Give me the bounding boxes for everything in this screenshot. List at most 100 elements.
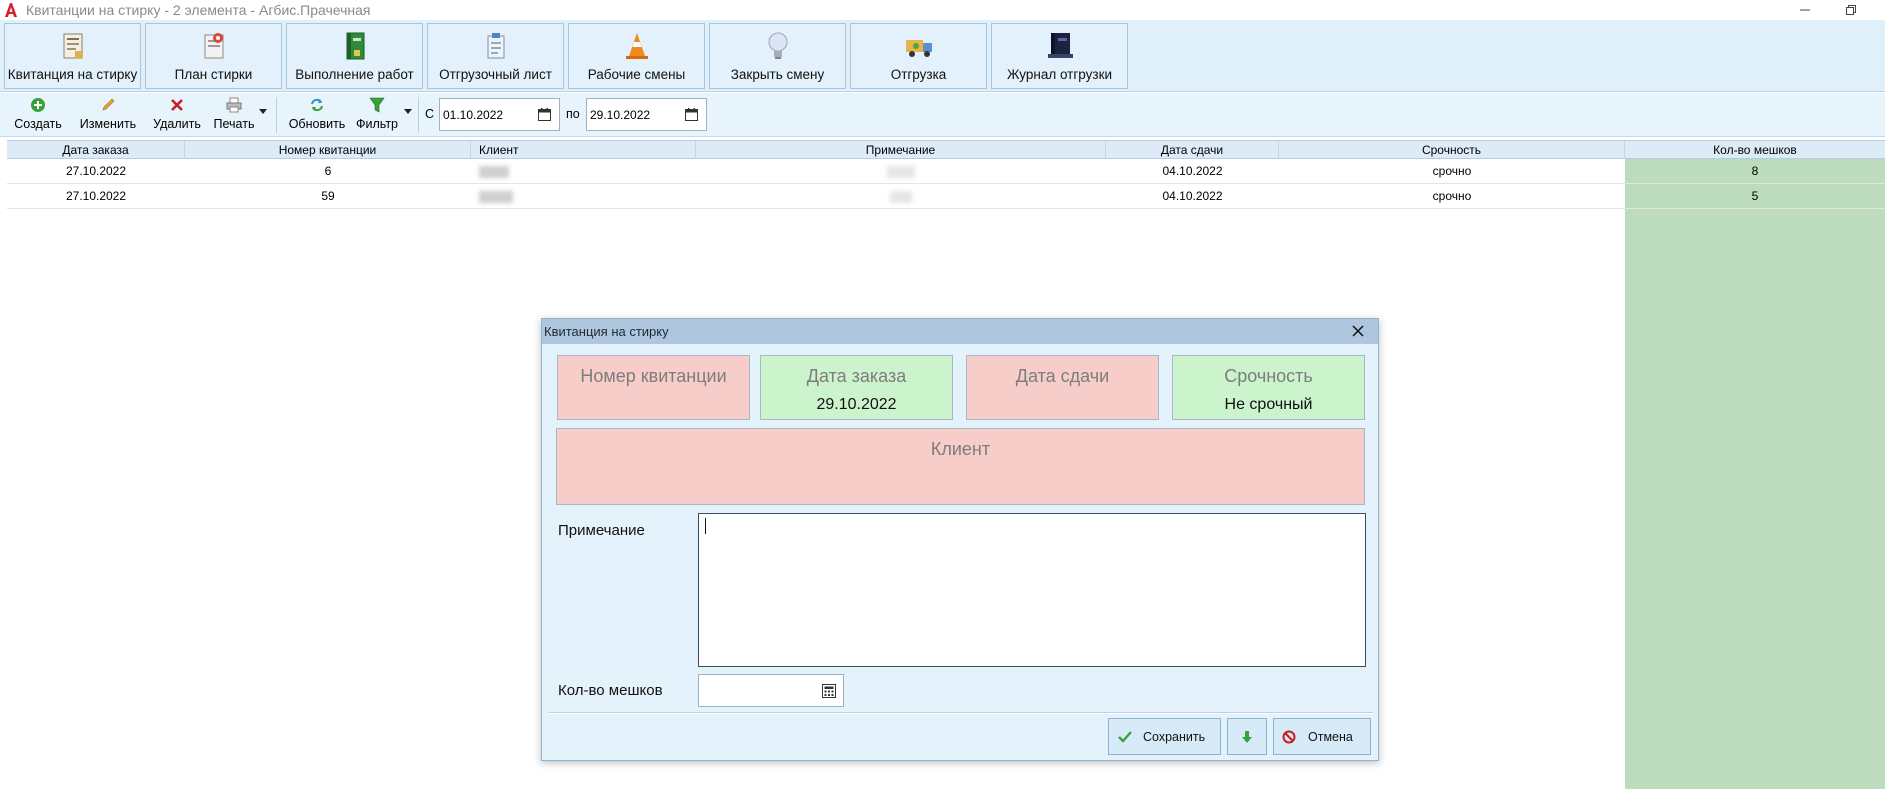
- edit-button[interactable]: Изменить: [78, 95, 138, 135]
- order-date-cell: 27.10.2022: [65, 189, 127, 203]
- client-card[interactable]: Клиент: [556, 428, 1365, 505]
- laundry-plan-icon: [197, 29, 231, 63]
- ribbon-receipt-button[interactable]: Квитанция на стирку: [4, 23, 141, 89]
- bags-label: Кол-во мешков: [558, 682, 663, 699]
- redacted-note: [887, 165, 915, 178]
- print-label: Печать: [213, 117, 255, 131]
- filter-dropdown-arrow[interactable]: [404, 109, 412, 114]
- ribbon-shipment-journal-button[interactable]: Журнал отгрузки: [991, 23, 1128, 89]
- bags-cell: 5: [1751, 189, 1759, 203]
- calendar-icon[interactable]: [685, 108, 698, 121]
- redacted-note: [890, 190, 912, 203]
- filter-label: Фильтр: [356, 117, 398, 131]
- ribbon-label: Рабочие смены: [587, 67, 686, 82]
- column-header[interactable]: Номер квитанции: [185, 141, 471, 159]
- order-date-value: 29.10.2022: [816, 396, 897, 413]
- cancel-label: Отмена: [1308, 729, 1353, 744]
- ribbon-shipment-button[interactable]: Отгрузка: [850, 23, 987, 89]
- due-date-card[interactable]: Дата сдачи: [966, 355, 1159, 420]
- print-button[interactable]: Печать: [212, 95, 256, 135]
- date-to-input[interactable]: 29.10.2022: [586, 98, 707, 131]
- date-to-value: 29.10.2022: [590, 107, 651, 122]
- column-header[interactable]: Кол-во мешков: [1625, 141, 1885, 159]
- check-icon: [1118, 730, 1132, 743]
- text-caret: [705, 518, 706, 534]
- truck-icon: [902, 29, 936, 63]
- clipboard-icon: [479, 29, 513, 63]
- urgency-label: Срочность: [1224, 366, 1313, 386]
- receipt-dialog: Квитанция на стирку Номер квитанции Дата…: [541, 318, 1379, 761]
- ribbon-label: План стирки: [174, 67, 253, 82]
- date-from-input[interactable]: 01.10.2022: [439, 98, 560, 131]
- save-down-button[interactable]: [1227, 718, 1267, 755]
- traffic-cone-icon: [620, 29, 654, 63]
- ribbon-work-execution-button[interactable]: Выполнение работ: [286, 23, 423, 89]
- calculator-icon[interactable]: [822, 684, 836, 698]
- add-icon: [30, 95, 46, 115]
- column-header[interactable]: Примечание: [696, 141, 1106, 159]
- dialog-titlebar: Квитанция на стирку: [542, 319, 1378, 344]
- ribbon-work-shifts-button[interactable]: Рабочие смены: [568, 23, 705, 89]
- urgency-cell: срочно: [1432, 189, 1472, 203]
- ribbon-label: Журнал отгрузки: [1006, 67, 1113, 82]
- due-date-cell: 04.10.2022: [1162, 164, 1223, 178]
- note-textarea[interactable]: [698, 513, 1366, 667]
- table-row[interactable]: 27.10.2022 59 04.10.2022 срочно 5: [7, 184, 1885, 209]
- bags-cell: 8: [1751, 164, 1759, 178]
- toolbar: Создать Изменить Удалить Печать Обновить…: [0, 93, 1885, 137]
- column-header[interactable]: Дата сдачи: [1106, 141, 1279, 159]
- close-icon[interactable]: [1350, 323, 1366, 339]
- delete-icon: [169, 95, 185, 115]
- note-label: Примечание: [558, 522, 645, 539]
- window-title: Квитанции на стирку - 2 элемента - Агбис…: [26, 2, 371, 18]
- receipt-number-card[interactable]: Номер квитанции: [557, 355, 750, 420]
- urgency-card[interactable]: Срочность Не срочный: [1172, 355, 1365, 420]
- date-to-label: по: [566, 107, 580, 121]
- grid-header: Дата заказа Номер квитанции Клиент Приме…: [7, 140, 1885, 159]
- create-button[interactable]: Создать: [14, 95, 62, 135]
- filter-button[interactable]: Фильтр: [354, 95, 400, 135]
- order-date-cell: 27.10.2022: [65, 164, 127, 178]
- ribbon-close-shift-button[interactable]: Закрыть смену: [709, 23, 846, 89]
- delete-button[interactable]: Удалить: [152, 95, 202, 135]
- ribbon-wash-plan-button[interactable]: План стирки: [145, 23, 282, 89]
- lightbulb-icon: [761, 29, 795, 63]
- ribbon-label: Выполнение работ: [295, 67, 414, 82]
- create-label: Создать: [14, 117, 62, 131]
- window-titlebar: Квитанции на стирку - 2 элемента - Агбис…: [0, 0, 1885, 20]
- bags-input[interactable]: [698, 674, 844, 707]
- filter-icon: [369, 95, 385, 115]
- arrow-down-icon: [1242, 730, 1252, 743]
- column-header[interactable]: Срочность: [1279, 141, 1625, 159]
- refresh-icon: [309, 95, 325, 115]
- restore-button[interactable]: [1828, 0, 1874, 20]
- ribbon-label: Закрыть смену: [730, 67, 825, 82]
- cancel-icon: [1282, 730, 1296, 743]
- calendar-icon[interactable]: [538, 108, 551, 121]
- column-header[interactable]: Дата заказа: [7, 141, 185, 159]
- redacted-client: [479, 165, 509, 178]
- client-label: Клиент: [930, 439, 991, 459]
- urgency-value: Не срочный: [1224, 396, 1313, 413]
- date-from-label: С: [425, 107, 435, 121]
- order-date-label: Дата заказа: [806, 366, 907, 386]
- ribbon-label: Отгрузка: [890, 67, 947, 82]
- edit-label: Изменить: [79, 117, 137, 131]
- client-cell: [471, 184, 696, 208]
- toolbar-separator: [276, 97, 277, 133]
- refresh-button[interactable]: Обновить: [289, 95, 345, 135]
- cancel-button[interactable]: Отмена: [1273, 718, 1371, 755]
- due-date-cell: 04.10.2022: [1162, 189, 1223, 203]
- urgency-cell: срочно: [1432, 164, 1472, 178]
- column-header[interactable]: Клиент: [471, 141, 696, 159]
- book-icon: [338, 29, 372, 63]
- order-date-card[interactable]: Дата заказа 29.10.2022: [760, 355, 953, 420]
- note-cell: [696, 184, 1106, 208]
- ribbon-shipping-sheet-button[interactable]: Отгрузочный лист: [427, 23, 564, 89]
- print-dropdown-arrow[interactable]: [259, 109, 267, 114]
- app-logo-icon: [2, 1, 20, 19]
- toolbar-separator: [418, 97, 419, 133]
- minimize-button[interactable]: [1782, 0, 1828, 20]
- save-button[interactable]: Сохранить: [1108, 718, 1221, 755]
- table-row[interactable]: 27.10.2022 6 04.10.2022 срочно 8: [7, 159, 1885, 184]
